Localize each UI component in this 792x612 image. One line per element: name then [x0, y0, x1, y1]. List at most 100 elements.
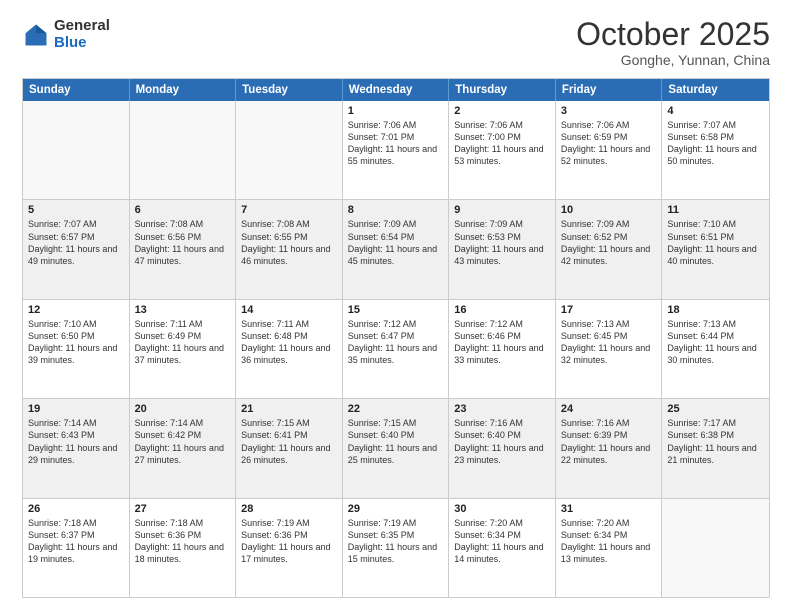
day-info: Sunrise: 7:15 AM Sunset: 6:41 PM Dayligh… [241, 417, 337, 466]
calendar-row-3: 19 Sunrise: 7:14 AM Sunset: 6:43 PM Dayli… [23, 398, 769, 497]
day-number: 23 [454, 403, 550, 415]
day-cell-29: 29 Sunrise: 7:19 AM Sunset: 6:35 PM Dayli… [343, 499, 450, 597]
logo-text: General Blue [54, 18, 110, 51]
day-cell-21: 21 Sunrise: 7:15 AM Sunset: 6:41 PM Dayli… [236, 399, 343, 497]
day-cell-10: 10 Sunrise: 7:09 AM Sunset: 6:52 PM Dayli… [556, 200, 663, 298]
day-cell-19: 19 Sunrise: 7:14 AM Sunset: 6:43 PM Dayli… [23, 399, 130, 497]
day-info: Sunrise: 7:16 AM Sunset: 6:39 PM Dayligh… [561, 417, 657, 466]
day-number: 29 [348, 503, 444, 515]
day-number: 12 [28, 304, 124, 316]
day-cell-22: 22 Sunrise: 7:15 AM Sunset: 6:40 PM Dayli… [343, 399, 450, 497]
day-number: 6 [135, 204, 231, 216]
day-cell-12: 12Sunrise: 7:10 AM Sunset: 6:50 PM Dayli… [23, 300, 130, 398]
header-day-tuesday: Tuesday [236, 79, 343, 101]
day-info: Sunrise: 7:11 AM Sunset: 6:48 PM Dayligh… [241, 318, 337, 367]
day-cell-5: 5 Sunrise: 7:07 AM Sunset: 6:57 PM Daylig… [23, 200, 130, 298]
day-cell-15: 15 Sunrise: 7:12 AM Sunset: 6:47 PM Dayli… [343, 300, 450, 398]
header-day-friday: Friday [556, 79, 663, 101]
day-number: 15 [348, 304, 444, 316]
calendar: SundayMondayTuesdayWednesdayThursdayFrid… [22, 78, 770, 598]
empty-cell-0-1 [130, 101, 237, 199]
day-info: Sunrise: 7:20 AM Sunset: 6:34 PM Dayligh… [561, 517, 657, 566]
day-number: 17 [561, 304, 657, 316]
day-number: 10 [561, 204, 657, 216]
day-info: Sunrise: 7:12 AM Sunset: 6:46 PM Dayligh… [454, 318, 550, 367]
empty-cell-0-0 [23, 101, 130, 199]
day-cell-3: 3 Sunrise: 7:06 AM Sunset: 6:59 PM Daylig… [556, 101, 663, 199]
page: General Blue October 2025 Gonghe, Yunnan… [0, 0, 792, 612]
day-cell-26: 26Sunrise: 7:18 AM Sunset: 6:37 PM Dayli… [23, 499, 130, 597]
logo-general-text: General [54, 18, 110, 35]
day-number: 14 [241, 304, 337, 316]
day-info: Sunrise: 7:20 AM Sunset: 6:34 PM Dayligh… [454, 517, 550, 566]
day-info: Sunrise: 7:06 AM Sunset: 6:59 PM Dayligh… [561, 119, 657, 168]
day-number: 3 [561, 105, 657, 117]
day-info: Sunrise: 7:07 AM Sunset: 6:58 PM Dayligh… [667, 119, 764, 168]
day-number: 22 [348, 403, 444, 415]
day-info: Sunrise: 7:07 AM Sunset: 6:57 PM Dayligh… [28, 218, 124, 267]
day-info: Sunrise: 7:09 AM Sunset: 6:52 PM Dayligh… [561, 218, 657, 267]
day-number: 4 [667, 105, 764, 117]
day-number: 19 [28, 403, 124, 415]
day-cell-2: 2Sunrise: 7:06 AM Sunset: 7:00 PM Daylig… [449, 101, 556, 199]
day-cell-16: 16Sunrise: 7:12 AM Sunset: 6:46 PM Dayli… [449, 300, 556, 398]
header-day-wednesday: Wednesday [343, 79, 450, 101]
day-info: Sunrise: 7:18 AM Sunset: 6:36 PM Dayligh… [135, 517, 231, 566]
day-number: 31 [561, 503, 657, 515]
day-number: 1 [348, 105, 444, 117]
day-cell-18: 18Sunrise: 7:13 AM Sunset: 6:44 PM Dayli… [662, 300, 769, 398]
day-number: 11 [667, 204, 764, 216]
calendar-row-4: 26Sunrise: 7:18 AM Sunset: 6:37 PM Dayli… [23, 498, 769, 597]
day-cell-24: 24Sunrise: 7:16 AM Sunset: 6:39 PM Dayli… [556, 399, 663, 497]
day-info: Sunrise: 7:06 AM Sunset: 7:00 PM Dayligh… [454, 119, 550, 168]
day-cell-9: 9 Sunrise: 7:09 AM Sunset: 6:53 PM Daylig… [449, 200, 556, 298]
day-info: Sunrise: 7:11 AM Sunset: 6:49 PM Dayligh… [135, 318, 231, 367]
day-cell-13: 13 Sunrise: 7:11 AM Sunset: 6:49 PM Dayli… [130, 300, 237, 398]
day-info: Sunrise: 7:12 AM Sunset: 6:47 PM Dayligh… [348, 318, 444, 367]
header-day-sunday: Sunday [23, 79, 130, 101]
header-day-saturday: Saturday [662, 79, 769, 101]
day-number: 8 [348, 204, 444, 216]
day-cell-30: 30 Sunrise: 7:20 AM Sunset: 6:34 PM Dayli… [449, 499, 556, 597]
header-day-monday: Monday [130, 79, 237, 101]
day-cell-1: 1 Sunrise: 7:06 AM Sunset: 7:01 PM Daylig… [343, 101, 450, 199]
day-info: Sunrise: 7:15 AM Sunset: 6:40 PM Dayligh… [348, 417, 444, 466]
day-number: 27 [135, 503, 231, 515]
calendar-row-2: 12Sunrise: 7:10 AM Sunset: 6:50 PM Dayli… [23, 299, 769, 398]
day-number: 18 [667, 304, 764, 316]
location: Gonghe, Yunnan, China [576, 52, 770, 68]
month-title: October 2025 [576, 18, 770, 50]
day-number: 7 [241, 204, 337, 216]
day-number: 21 [241, 403, 337, 415]
calendar-row-0: 1 Sunrise: 7:06 AM Sunset: 7:01 PM Daylig… [23, 101, 769, 199]
day-cell-14: 14 Sunrise: 7:11 AM Sunset: 6:48 PM Dayli… [236, 300, 343, 398]
day-number: 13 [135, 304, 231, 316]
day-number: 5 [28, 204, 124, 216]
day-info: Sunrise: 7:08 AM Sunset: 6:55 PM Dayligh… [241, 218, 337, 267]
logo-blue-text: Blue [54, 35, 110, 52]
day-info: Sunrise: 7:14 AM Sunset: 6:42 PM Dayligh… [135, 417, 231, 466]
day-number: 30 [454, 503, 550, 515]
day-info: Sunrise: 7:08 AM Sunset: 6:56 PM Dayligh… [135, 218, 231, 267]
logo: General Blue [22, 18, 110, 51]
day-cell-17: 17 Sunrise: 7:13 AM Sunset: 6:45 PM Dayli… [556, 300, 663, 398]
day-number: 26 [28, 503, 124, 515]
day-info: Sunrise: 7:13 AM Sunset: 6:45 PM Dayligh… [561, 318, 657, 367]
day-cell-7: 7 Sunrise: 7:08 AM Sunset: 6:55 PM Daylig… [236, 200, 343, 298]
day-cell-25: 25 Sunrise: 7:17 AM Sunset: 6:38 PM Dayli… [662, 399, 769, 497]
calendar-body: 1 Sunrise: 7:06 AM Sunset: 7:01 PM Daylig… [23, 101, 769, 597]
day-cell-4: 4 Sunrise: 7:07 AM Sunset: 6:58 PM Daylig… [662, 101, 769, 199]
day-info: Sunrise: 7:09 AM Sunset: 6:53 PM Dayligh… [454, 218, 550, 267]
day-info: Sunrise: 7:19 AM Sunset: 6:35 PM Dayligh… [348, 517, 444, 566]
day-cell-6: 6 Sunrise: 7:08 AM Sunset: 6:56 PM Daylig… [130, 200, 237, 298]
day-cell-11: 11Sunrise: 7:10 AM Sunset: 6:51 PM Dayli… [662, 200, 769, 298]
day-cell-8: 8Sunrise: 7:09 AM Sunset: 6:54 PM Daylig… [343, 200, 450, 298]
day-info: Sunrise: 7:06 AM Sunset: 7:01 PM Dayligh… [348, 119, 444, 168]
day-info: Sunrise: 7:14 AM Sunset: 6:43 PM Dayligh… [28, 417, 124, 466]
day-number: 25 [667, 403, 764, 415]
day-info: Sunrise: 7:17 AM Sunset: 6:38 PM Dayligh… [667, 417, 764, 466]
empty-cell-4-6 [662, 499, 769, 597]
day-number: 9 [454, 204, 550, 216]
day-cell-27: 27 Sunrise: 7:18 AM Sunset: 6:36 PM Dayli… [130, 499, 237, 597]
day-number: 20 [135, 403, 231, 415]
